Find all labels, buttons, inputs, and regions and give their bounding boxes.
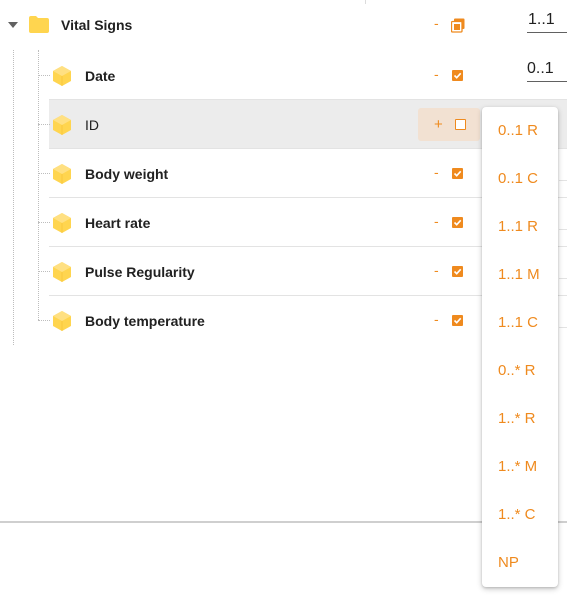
tree-guide bbox=[38, 271, 50, 272]
element-cube-icon bbox=[53, 311, 71, 331]
remove-button[interactable]: - bbox=[434, 15, 439, 31]
cardinality-dropdown: 0..1 R 0..1 C 1..1 R 1..1 M 1..1 C 0..* … bbox=[482, 107, 558, 587]
tree-row-label: Heart rate bbox=[85, 215, 151, 231]
element-cube-icon bbox=[53, 115, 71, 135]
cardinality-underline bbox=[527, 81, 567, 82]
folder-icon bbox=[29, 16, 49, 33]
include-checkbox[interactable] bbox=[452, 266, 463, 277]
dropdown-option[interactable]: 0..1 C bbox=[498, 170, 538, 188]
partial-check-icon[interactable] bbox=[451, 18, 465, 33]
tree-row-label: ID bbox=[85, 117, 99, 133]
remove-button[interactable]: - bbox=[434, 262, 439, 278]
include-checkbox[interactable] bbox=[452, 315, 463, 326]
remove-button[interactable]: - bbox=[434, 311, 439, 327]
dropdown-option[interactable]: 1..1 M bbox=[498, 266, 540, 284]
tree-row-label: Body temperature bbox=[85, 313, 205, 329]
include-checkbox[interactable] bbox=[452, 217, 463, 228]
include-checkbox[interactable] bbox=[455, 119, 466, 130]
dropdown-option[interactable]: 1..* R bbox=[498, 410, 536, 428]
tree-row-vital-signs[interactable]: Vital Signs - 1..1 bbox=[0, 0, 567, 49]
element-cube-icon bbox=[53, 164, 71, 184]
remove-button[interactable]: - bbox=[434, 66, 439, 82]
element-cube-icon bbox=[53, 213, 71, 233]
tree-row-label: Date bbox=[85, 68, 116, 84]
dropdown-option[interactable]: 0..1 R bbox=[498, 122, 538, 140]
include-checkbox[interactable] bbox=[452, 168, 463, 179]
caret-down-icon[interactable] bbox=[8, 22, 18, 28]
dropdown-option[interactable]: 1..* C bbox=[498, 506, 536, 524]
element-cube-icon bbox=[53, 66, 71, 86]
tree-guide bbox=[38, 173, 50, 174]
dropdown-option[interactable]: 1..* M bbox=[498, 458, 537, 476]
tree-guide bbox=[38, 320, 50, 321]
divider bbox=[559, 180, 567, 181]
remove-button[interactable]: - bbox=[434, 213, 439, 229]
dropdown-option[interactable]: 1..1 R bbox=[498, 218, 538, 236]
tree-row-date[interactable]: Date - 0..1 bbox=[49, 51, 567, 100]
include-checkbox[interactable] bbox=[452, 70, 463, 81]
tree-guide bbox=[38, 222, 50, 223]
tree-guide bbox=[13, 50, 14, 345]
tree-row-label: Pulse Regularity bbox=[85, 264, 195, 280]
cardinality-underline bbox=[527, 32, 567, 33]
dropdown-option[interactable]: NP bbox=[498, 554, 519, 572]
tree-guide bbox=[38, 124, 50, 125]
tree-row-label: Body weight bbox=[85, 166, 169, 182]
dropdown-option[interactable]: 1..1 C bbox=[498, 314, 538, 332]
cardinality-value[interactable]: 1..1 bbox=[528, 11, 555, 29]
cardinality-value[interactable]: 0..1 bbox=[527, 60, 554, 78]
action-box bbox=[418, 108, 480, 141]
tree-guide bbox=[38, 50, 39, 320]
tree-guide bbox=[38, 75, 50, 76]
tree-row-label: Vital Signs bbox=[61, 17, 133, 33]
divider bbox=[559, 327, 567, 328]
add-button[interactable]: + bbox=[434, 116, 443, 133]
divider bbox=[559, 278, 567, 279]
remove-button[interactable]: - bbox=[434, 164, 439, 180]
element-cube-icon bbox=[53, 262, 71, 282]
dropdown-option[interactable]: 0..* R bbox=[498, 362, 536, 380]
divider bbox=[559, 229, 567, 230]
